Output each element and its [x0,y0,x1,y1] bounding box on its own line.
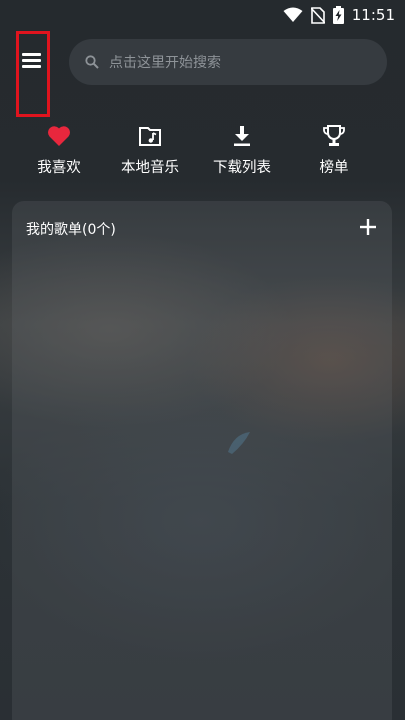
download-icon [234,126,250,146]
quick-item-downloads[interactable]: 下载列表 [202,122,282,177]
plus-icon[interactable] [358,217,378,237]
no-sim-icon [310,6,325,24]
status-bar: 11:51 [0,0,405,30]
status-icons: 11:51 [283,5,395,25]
search-bar[interactable]: 点击这里开始搜索 [69,39,387,85]
music-folder-icon [139,127,161,146]
quick-item-favorites[interactable]: 我喜欢 [19,122,99,177]
quick-item-local-music[interactable]: 本地音乐 [110,122,190,177]
search-icon [85,55,99,69]
playlist-section-title: 我的歌单(0个) [26,222,116,238]
quick-actions: 我喜欢 本地音乐 下载列表 榜单 [0,122,405,182]
search-placeholder: 点击这里开始搜索 [109,55,221,71]
quick-item-charts[interactable]: 榜单 [294,122,374,177]
menu-icon[interactable] [22,53,44,71]
quick-item-label: 我喜欢 [37,160,81,176]
heart-icon [48,126,70,146]
quick-item-label: 下载列表 [213,160,271,176]
trophy-icon [323,125,345,146]
quick-item-label: 榜单 [319,160,349,176]
quick-item-label: 本地音乐 [121,160,179,176]
status-time: 11:51 [351,6,395,24]
wifi-icon [283,7,303,22]
battery-charging-icon [332,6,344,24]
app-watermark-icon [228,432,250,454]
menu-highlight-box [16,31,50,117]
playlist-card: 我的歌单(0个) [12,201,392,720]
